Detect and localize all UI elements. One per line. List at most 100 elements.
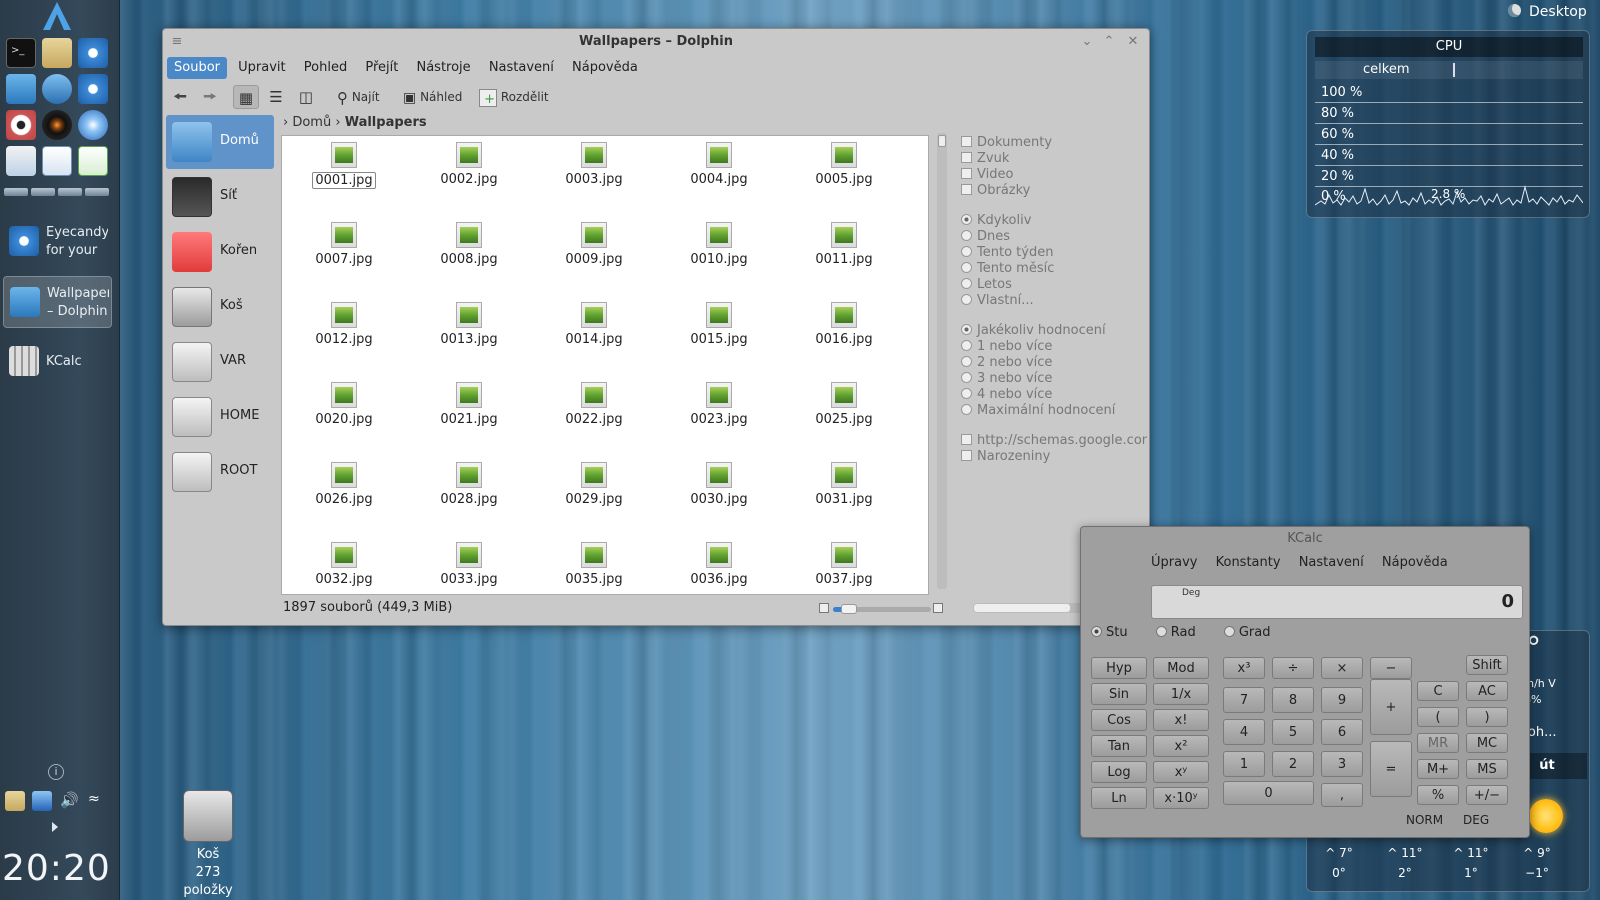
filter-rating-option[interactable]: 4 nebo více	[961, 387, 1147, 403]
preview-button[interactable]: ▣ Náhled	[403, 85, 462, 109]
task-eyecandy[interactable]: Eyecandy for your KDE	[3, 216, 112, 268]
file-item[interactable]: 0008.jpg	[419, 216, 519, 267]
zoom-in-icon[interactable]	[933, 603, 943, 613]
launcher-icon[interactable]	[40, 0, 74, 32]
filter-rating-option[interactable]: 2 nebo více	[961, 355, 1147, 371]
file-item[interactable]: 0035.jpg	[544, 536, 644, 587]
settings-wheel-icon[interactable]	[78, 38, 108, 68]
desktop-pager-1[interactable]	[4, 188, 28, 196]
kcalc-menu-napoveda[interactable]: Nápověda	[1382, 555, 1448, 570]
func-button[interactable]: Cos	[1091, 709, 1147, 731]
window-titlebar[interactable]: ≡ Wallpapers – Dolphin ⌄ ⌃ ✕	[163, 29, 1149, 55]
digit-button[interactable]: 4	[1223, 719, 1265, 745]
file-item[interactable]: 0010.jpg	[669, 216, 769, 267]
file-item[interactable]: 0012.jpg	[294, 296, 394, 347]
func-button[interactable]: x²	[1153, 735, 1209, 757]
func-button[interactable]: Mod	[1153, 657, 1209, 679]
scrollbar-thumb[interactable]	[974, 604, 1070, 612]
writer-icon[interactable]	[42, 146, 72, 176]
filter-date-option[interactable]: Tento týden	[961, 245, 1147, 261]
func-button[interactable]: Log	[1091, 761, 1147, 783]
digit-button[interactable]: 2	[1272, 751, 1314, 777]
desktop-pager-2[interactable]	[31, 188, 55, 196]
desktop-pager-3[interactable]	[58, 188, 82, 196]
func-button[interactable]: Hyp	[1091, 657, 1147, 679]
angle-rad[interactable]: Rad	[1155, 625, 1208, 640]
file-item[interactable]: 0025.jpg	[794, 376, 894, 427]
digit-button[interactable]: 1	[1223, 751, 1265, 777]
operator-button[interactable]: ÷	[1272, 657, 1314, 679]
file-item[interactable]: 0002.jpg	[419, 136, 519, 187]
func-button[interactable]: x!	[1153, 709, 1209, 731]
digit-button[interactable]: 5	[1272, 719, 1314, 745]
eye-icon[interactable]	[6, 110, 36, 140]
split-button[interactable]: + Rozdělit	[479, 85, 549, 109]
filter-date-option[interactable]: Dnes	[961, 229, 1147, 245]
filter-type-option[interactable]: Video	[961, 167, 1147, 183]
place-root[interactable]: Kořen	[166, 225, 274, 279]
menu-prejit[interactable]: Přejít	[358, 57, 405, 79]
filter-rating-option[interactable]: Jakékoliv hodnocení	[961, 323, 1147, 339]
digit-button[interactable]: 3	[1321, 751, 1363, 777]
func-button[interactable]: xʸ	[1153, 761, 1209, 783]
desktop-pager-4[interactable]	[85, 188, 109, 196]
memory-button[interactable]: C	[1417, 681, 1459, 701]
file-item[interactable]: 0031.jpg	[794, 456, 894, 507]
memory-button[interactable]: MC	[1466, 733, 1508, 753]
comma-button[interactable]: ,	[1321, 783, 1363, 807]
maximize-icon[interactable]: ⌃	[1099, 29, 1119, 55]
operator-button[interactable]: ×	[1321, 657, 1363, 679]
memory-button[interactable]: )	[1466, 707, 1508, 727]
kcalc-menu-konstanty[interactable]: Konstanty	[1216, 555, 1281, 570]
menu-pohled[interactable]: Pohled	[297, 57, 354, 79]
file-item[interactable]: 0016.jpg	[794, 296, 894, 347]
filter-date-option[interactable]: Kdykoliv	[961, 213, 1147, 229]
close-icon[interactable]: ✕	[1123, 29, 1143, 55]
filter-date-option[interactable]: Tento měsíc	[961, 261, 1147, 277]
func-button[interactable]: x·10ʸ	[1153, 787, 1209, 809]
find-button[interactable]: ⚲ Najít	[337, 85, 380, 109]
file-item[interactable]: 0020.jpg	[294, 376, 394, 427]
camera-lens-icon[interactable]	[42, 110, 72, 140]
digit-button[interactable]: 0	[1223, 781, 1314, 805]
monitor-tray-icon[interactable]	[32, 791, 52, 811]
equals-button[interactable]: =	[1370, 741, 1412, 797]
file-item[interactable]: 0037.jpg	[794, 536, 894, 587]
details-view-button[interactable]: ☰	[263, 85, 289, 109]
icons-view-button[interactable]: ▦	[233, 85, 259, 109]
kcalc-menu-nastaveni[interactable]: Nastavení	[1299, 555, 1364, 570]
filter-type-option[interactable]: Dokumenty	[961, 135, 1147, 151]
menu-nastaveni[interactable]: Nastavení	[482, 57, 561, 79]
expand-arrow-icon[interactable]	[52, 822, 58, 832]
file-item[interactable]: 0007.jpg	[294, 216, 394, 267]
image-viewer-icon[interactable]	[42, 38, 72, 68]
zoom-out-icon[interactable]	[819, 603, 829, 613]
task-kcalc[interactable]: KCalc	[3, 336, 112, 388]
file-item[interactable]: 0003.jpg	[544, 136, 644, 187]
zoom-slider[interactable]	[819, 603, 943, 615]
system-settings-icon[interactable]	[78, 74, 108, 104]
file-item[interactable]: 0036.jpg	[669, 536, 769, 587]
file-item[interactable]: 0001.jpg	[294, 136, 394, 189]
minimize-icon[interactable]: ⌄	[1077, 29, 1097, 55]
wave-app-icon[interactable]	[6, 146, 36, 176]
memory-button[interactable]: AC	[1466, 681, 1508, 701]
place-trash[interactable]: Koš	[166, 280, 274, 334]
file-view[interactable]: 0001.jpg 0002.jpg 0003.jpg 0004.jpg 0005.jpg…	[281, 135, 929, 595]
memory-button[interactable]: MS	[1466, 759, 1508, 779]
info-icon[interactable]: i	[48, 764, 64, 780]
place-home-drive[interactable]: HOME	[166, 390, 274, 444]
func-button[interactable]: Ln	[1091, 787, 1147, 809]
volume-icon[interactable]: 🔊	[60, 791, 80, 811]
digit-button[interactable]: 8	[1272, 687, 1314, 713]
file-item[interactable]: 0013.jpg	[419, 296, 519, 347]
filter-rating-option[interactable]: Maximální hodnocení	[961, 403, 1147, 419]
file-item[interactable]: 0021.jpg	[419, 376, 519, 427]
dolphin-icon[interactable]	[6, 74, 36, 104]
file-item[interactable]: 0023.jpg	[669, 376, 769, 427]
digit-button[interactable]: 7	[1223, 687, 1265, 713]
func-button[interactable]: Sin	[1091, 683, 1147, 705]
file-item[interactable]: 0015.jpg	[669, 296, 769, 347]
operator-button[interactable]: x³	[1223, 657, 1265, 679]
kcalc-menu-upravy[interactable]: Úpravy	[1151, 555, 1197, 570]
